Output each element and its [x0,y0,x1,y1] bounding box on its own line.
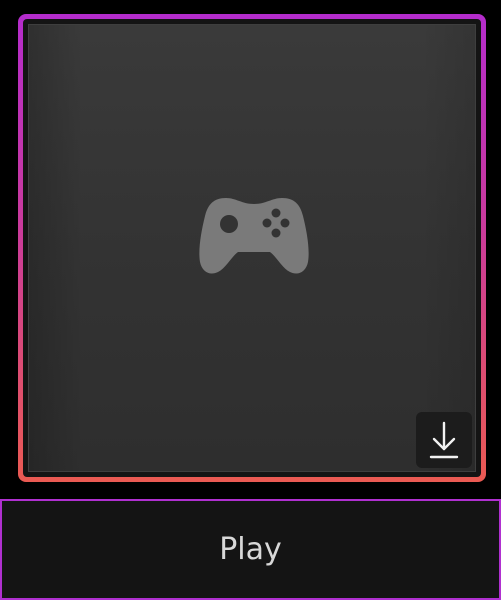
play-button-label: Play [219,532,282,567]
download-button[interactable] [416,412,472,468]
game-tile-frame[interactable] [18,14,486,482]
play-button[interactable]: Play [0,499,501,600]
game-tile[interactable] [28,24,476,472]
game-controller-icon [199,198,309,274]
game-tile-inner [23,19,481,477]
download-icon [429,421,459,459]
